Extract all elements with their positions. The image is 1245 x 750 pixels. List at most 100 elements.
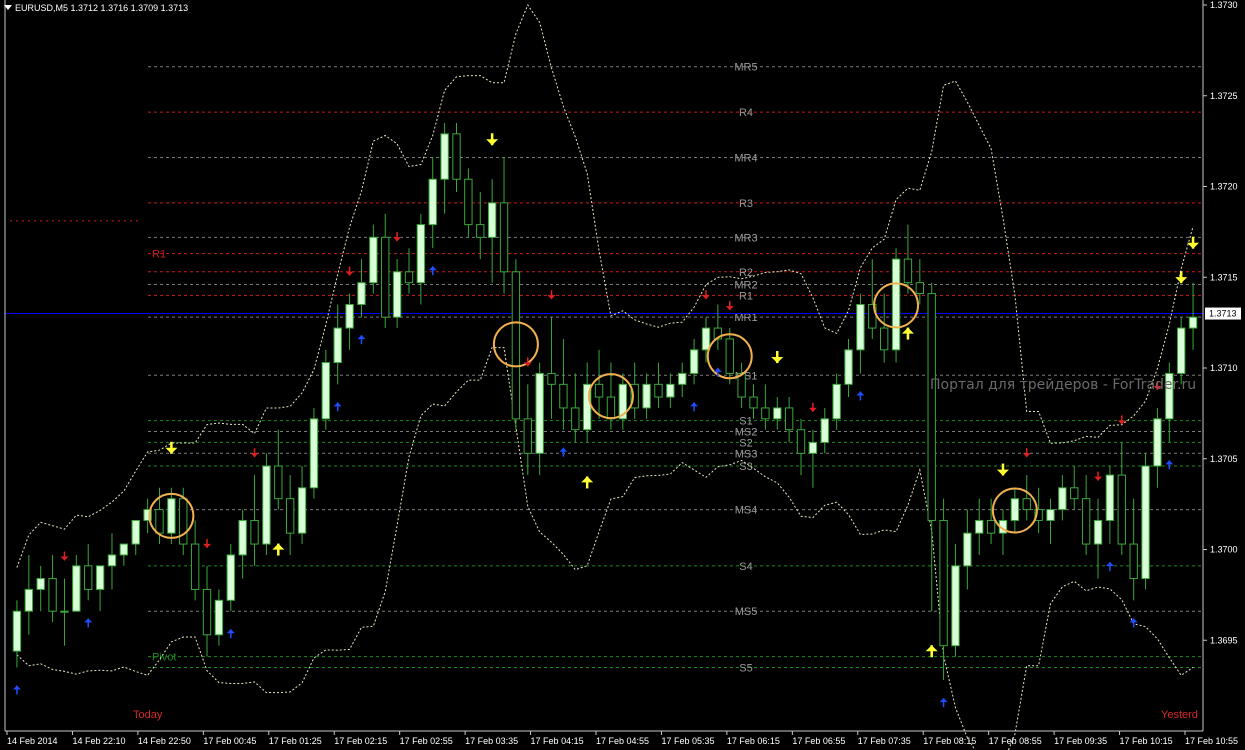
level-label-mr5: MR5 bbox=[734, 62, 757, 74]
candle-body bbox=[285, 498, 295, 534]
candle-body bbox=[1081, 498, 1091, 545]
candle-body bbox=[559, 383, 568, 409]
candle-body bbox=[84, 565, 93, 590]
candle-body bbox=[36, 578, 45, 590]
candle-body bbox=[464, 178, 473, 226]
candle-body bbox=[1046, 509, 1055, 521]
level-label-s5: S5 bbox=[739, 662, 752, 674]
x-tick-label: 17 Feb 05:35 bbox=[661, 736, 714, 746]
candle-body bbox=[250, 519, 259, 545]
x-tick-label: 17 Feb 04:15 bbox=[531, 736, 584, 746]
candle-body bbox=[1117, 474, 1126, 545]
chart-header: EURUSD,M5 1.3712 1.3716 1.3709 1.3713 bbox=[4, 3, 188, 13]
level-label-ms5: MS5 bbox=[735, 606, 758, 618]
candle-body bbox=[131, 519, 140, 545]
candle-body bbox=[606, 396, 616, 420]
candle-body bbox=[179, 498, 188, 545]
x-tick-label: 17 Feb 10:55 bbox=[1185, 736, 1238, 746]
level-label-mr4: MR4 bbox=[734, 152, 757, 164]
candle-body bbox=[95, 565, 105, 590]
candle-body bbox=[689, 349, 699, 374]
level-label-pivot: Pivot bbox=[152, 652, 176, 664]
level-label-r1: R1 bbox=[739, 290, 753, 302]
candle-body bbox=[820, 418, 829, 443]
yesterday-level-label: R1 bbox=[152, 249, 166, 261]
x-tick-label: 17 Feb 01:25 bbox=[269, 736, 322, 746]
candle-body bbox=[666, 383, 675, 398]
candle-body bbox=[345, 303, 354, 329]
y-tick-label: 1.3710 bbox=[1210, 363, 1238, 373]
candle-body bbox=[12, 610, 22, 652]
candle-body bbox=[963, 532, 972, 567]
candle-body bbox=[1105, 474, 1115, 521]
candle-body bbox=[808, 441, 818, 454]
candle-body bbox=[440, 133, 449, 180]
candle-body bbox=[107, 554, 117, 567]
candle-body bbox=[1176, 327, 1186, 374]
candle-body bbox=[1010, 498, 1020, 521]
candle-body bbox=[1070, 487, 1079, 500]
x-tick-label: 17 Feb 02:15 bbox=[334, 736, 387, 746]
candle-body bbox=[986, 519, 996, 534]
x-tick-label: 17 Feb 00:45 bbox=[203, 736, 256, 746]
candle-body bbox=[856, 303, 865, 351]
candle-body bbox=[167, 498, 176, 534]
x-tick-label: 17 Feb 10:15 bbox=[1120, 736, 1173, 746]
candle-body bbox=[642, 383, 651, 409]
y-tick-label: 1.3695 bbox=[1210, 635, 1238, 645]
x-tick-label: 17 Feb 09:35 bbox=[1054, 736, 1107, 746]
candle-body bbox=[571, 407, 580, 431]
x-tick-label: 17 Feb 06:15 bbox=[727, 736, 780, 746]
candle-body bbox=[72, 565, 81, 612]
candle-body bbox=[761, 407, 770, 420]
candle-body bbox=[903, 258, 913, 284]
level-label-r3: R3 bbox=[739, 198, 753, 210]
candle-body bbox=[1129, 543, 1138, 580]
x-tick-label: 17 Feb 03:35 bbox=[465, 736, 518, 746]
candle-body bbox=[535, 372, 544, 454]
y-tick-label: 1.3720 bbox=[1210, 182, 1238, 192]
x-tick-label: 17 Feb 08:55 bbox=[989, 736, 1042, 746]
candle-body bbox=[773, 407, 782, 420]
level-label-mr3: MR3 bbox=[734, 232, 757, 244]
candle-body bbox=[951, 565, 960, 647]
symbol-label: EURUSD,M5 bbox=[15, 3, 69, 13]
candle-body bbox=[1022, 498, 1031, 511]
candle-body bbox=[60, 610, 69, 613]
candle-body bbox=[214, 599, 224, 636]
candle-body bbox=[202, 588, 212, 636]
current-price-label: 1.3713 bbox=[1209, 309, 1237, 319]
candle-body bbox=[784, 407, 794, 431]
price-chart[interactable]: MR5R4MR4R3MR3R2MR2R1MR1MS1S1MS2S2MS3S3MS… bbox=[0, 0, 1245, 750]
candle-body bbox=[274, 465, 283, 500]
candle-body bbox=[879, 327, 889, 351]
candle-body bbox=[24, 588, 34, 612]
candle-body bbox=[678, 372, 687, 385]
candle-body bbox=[452, 133, 461, 180]
candle-body bbox=[1188, 316, 1198, 329]
candle-body bbox=[190, 543, 200, 590]
candle-body bbox=[499, 202, 509, 273]
y-tick-label: 1.3715 bbox=[1210, 272, 1238, 282]
candle-body bbox=[297, 487, 307, 534]
candle-body bbox=[891, 258, 901, 351]
x-tick-label: 14 Feb 2014 bbox=[7, 736, 58, 746]
level-label-s4: S4 bbox=[739, 561, 752, 573]
candle-body bbox=[357, 282, 366, 305]
candle-body bbox=[939, 519, 948, 647]
candle-body bbox=[1153, 418, 1162, 467]
chevron-down-icon[interactable] bbox=[4, 5, 12, 10]
candle-body bbox=[262, 465, 271, 545]
watermark: Портал для трейдеров - ForTrader.ru bbox=[930, 377, 1197, 393]
y-tick-label: 1.3705 bbox=[1210, 454, 1238, 464]
candle-body bbox=[654, 383, 663, 398]
y-tick-label: 1.3700 bbox=[1210, 545, 1238, 555]
candle-body bbox=[226, 554, 235, 601]
candle-body bbox=[975, 519, 984, 534]
candle-body bbox=[333, 327, 342, 364]
level-label-ms3: MS3 bbox=[735, 448, 758, 460]
candle-body bbox=[915, 282, 925, 295]
level-label-ms4: MS4 bbox=[735, 505, 758, 517]
candle-body bbox=[309, 418, 319, 489]
candle-body bbox=[369, 236, 378, 284]
